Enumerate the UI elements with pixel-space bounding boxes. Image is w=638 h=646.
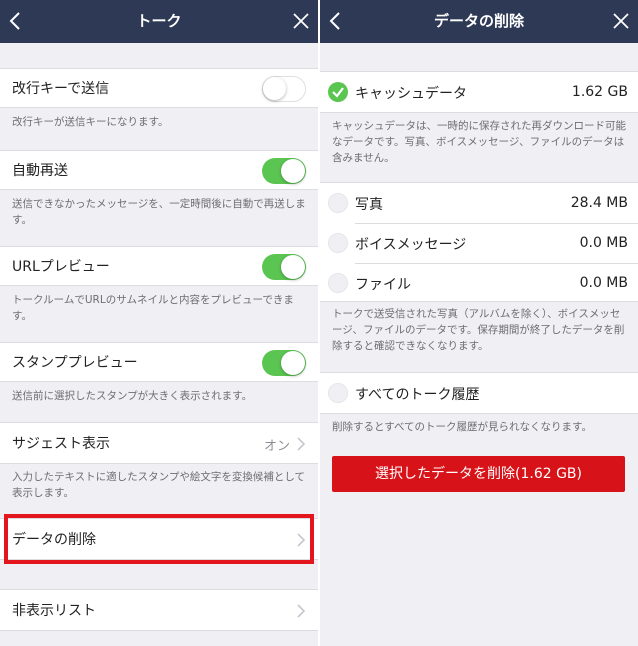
cache-description: キャッシュデータは、一時的に保存された再ダウンロード可能なデータです。写真、ボイ…: [332, 120, 626, 164]
delete-selected-button[interactable]: 選択したデータを削除(1.62 GB): [332, 456, 625, 492]
setting-auto-resend: 自動再送: [0, 150, 318, 190]
toggle-knob: [281, 351, 305, 375]
history-row[interactable]: すべてのトーク履歴: [320, 372, 638, 414]
setting-hidden-list[interactable]: 非表示リスト: [0, 589, 318, 631]
voice-checkbox[interactable]: [328, 233, 348, 253]
highlight-box: [4, 514, 314, 564]
chevron-right-icon: [297, 604, 306, 618]
toggle-knob: [281, 255, 305, 279]
setting-description: 送信できなかったメッセージを、一定時間後に自動で再送します。: [12, 198, 306, 226]
photos-label: 写真: [355, 197, 383, 213]
navigation-bar: データの削除: [320, 0, 638, 43]
cache-checkbox[interactable]: [328, 82, 348, 102]
sticker-preview-toggle[interactable]: [262, 350, 306, 376]
setting-send-with-enter: 改行キーで送信: [0, 68, 318, 108]
cache-size: 1.62 GB: [571, 84, 628, 100]
delete-data-screen: データの削除 キャッシュデータ 1.62 GB キャッシュデータは、一時的に保存…: [320, 0, 638, 646]
voice-row[interactable]: ボイスメッセージ 0.0 MB: [320, 223, 638, 263]
url-preview-toggle[interactable]: [262, 254, 306, 280]
voice-label: ボイスメッセージ: [355, 237, 467, 253]
check-icon: [332, 87, 344, 98]
setting-label: スタンププレビュー: [12, 355, 138, 371]
photos-checkbox[interactable]: [328, 193, 348, 213]
toggle-knob: [263, 77, 286, 100]
auto-resend-toggle[interactable]: [262, 158, 306, 184]
setting-label: サジェスト表示: [12, 436, 110, 452]
chevron-right-icon: [297, 437, 306, 451]
send-with-enter-toggle[interactable]: [262, 76, 306, 102]
setting-description: 送信前に選択したスタンプが大きく表示されます。: [12, 390, 253, 402]
setting-label: 改行キーで送信: [12, 81, 110, 97]
history-checkbox[interactable]: [328, 383, 348, 403]
setting-description: 改行キーが送信キーになります。: [12, 116, 169, 128]
setting-label: URLプレビュー: [12, 259, 110, 275]
setting-sticker-preview: スタンププレビュー: [0, 342, 318, 382]
page-title: データの削除: [433, 12, 524, 30]
photos-row[interactable]: 写真 28.4 MB: [320, 183, 638, 223]
files-row[interactable]: ファイル 0.0 MB: [320, 263, 638, 303]
navigation-bar: トーク: [0, 0, 318, 43]
close-icon[interactable]: [292, 12, 310, 30]
setting-suggest[interactable]: サジェスト表示 オン: [0, 422, 318, 464]
toggle-knob: [281, 159, 305, 183]
media-group: 写真 28.4 MB ボイスメッセージ 0.0 MB ファイル 0.0 MB: [320, 182, 638, 302]
setting-description: トークルームでURLのサムネイルと内容をプレビューできます。: [12, 294, 294, 322]
voice-size: 0.0 MB: [579, 235, 628, 251]
cache-label: キャッシュデータ: [355, 86, 467, 102]
history-label: すべてのトーク履歴: [355, 387, 480, 403]
setting-label: 自動再送: [12, 163, 68, 179]
page-title: トーク: [136, 12, 182, 30]
setting-description: 入力したテキストに適したスタンプや絵文字を変換候補として表示します。: [12, 471, 306, 499]
photos-size: 28.4 MB: [570, 195, 628, 211]
close-icon[interactable]: [612, 12, 630, 30]
setting-label: 非表示リスト: [12, 603, 96, 619]
setting-url-preview: URLプレビュー: [0, 246, 318, 286]
media-description: トークで送受信された写真（アルバムを除く）、ボイスメッセージ、ファイルのデータで…: [332, 308, 625, 352]
talk-settings-screen: トーク 改行キーで送信 改行キーが送信キーになります。 自動再送 送信できなかっ…: [0, 0, 318, 646]
history-description: 削除するとすべてのトーク履歴が見られなくなります。: [332, 421, 592, 433]
files-label: ファイル: [355, 277, 411, 293]
files-checkbox[interactable]: [328, 273, 348, 293]
cache-data-row[interactable]: キャッシュデータ 1.62 GB: [320, 71, 638, 113]
setting-value: オン: [263, 439, 290, 454]
files-size: 0.0 MB: [579, 275, 628, 291]
